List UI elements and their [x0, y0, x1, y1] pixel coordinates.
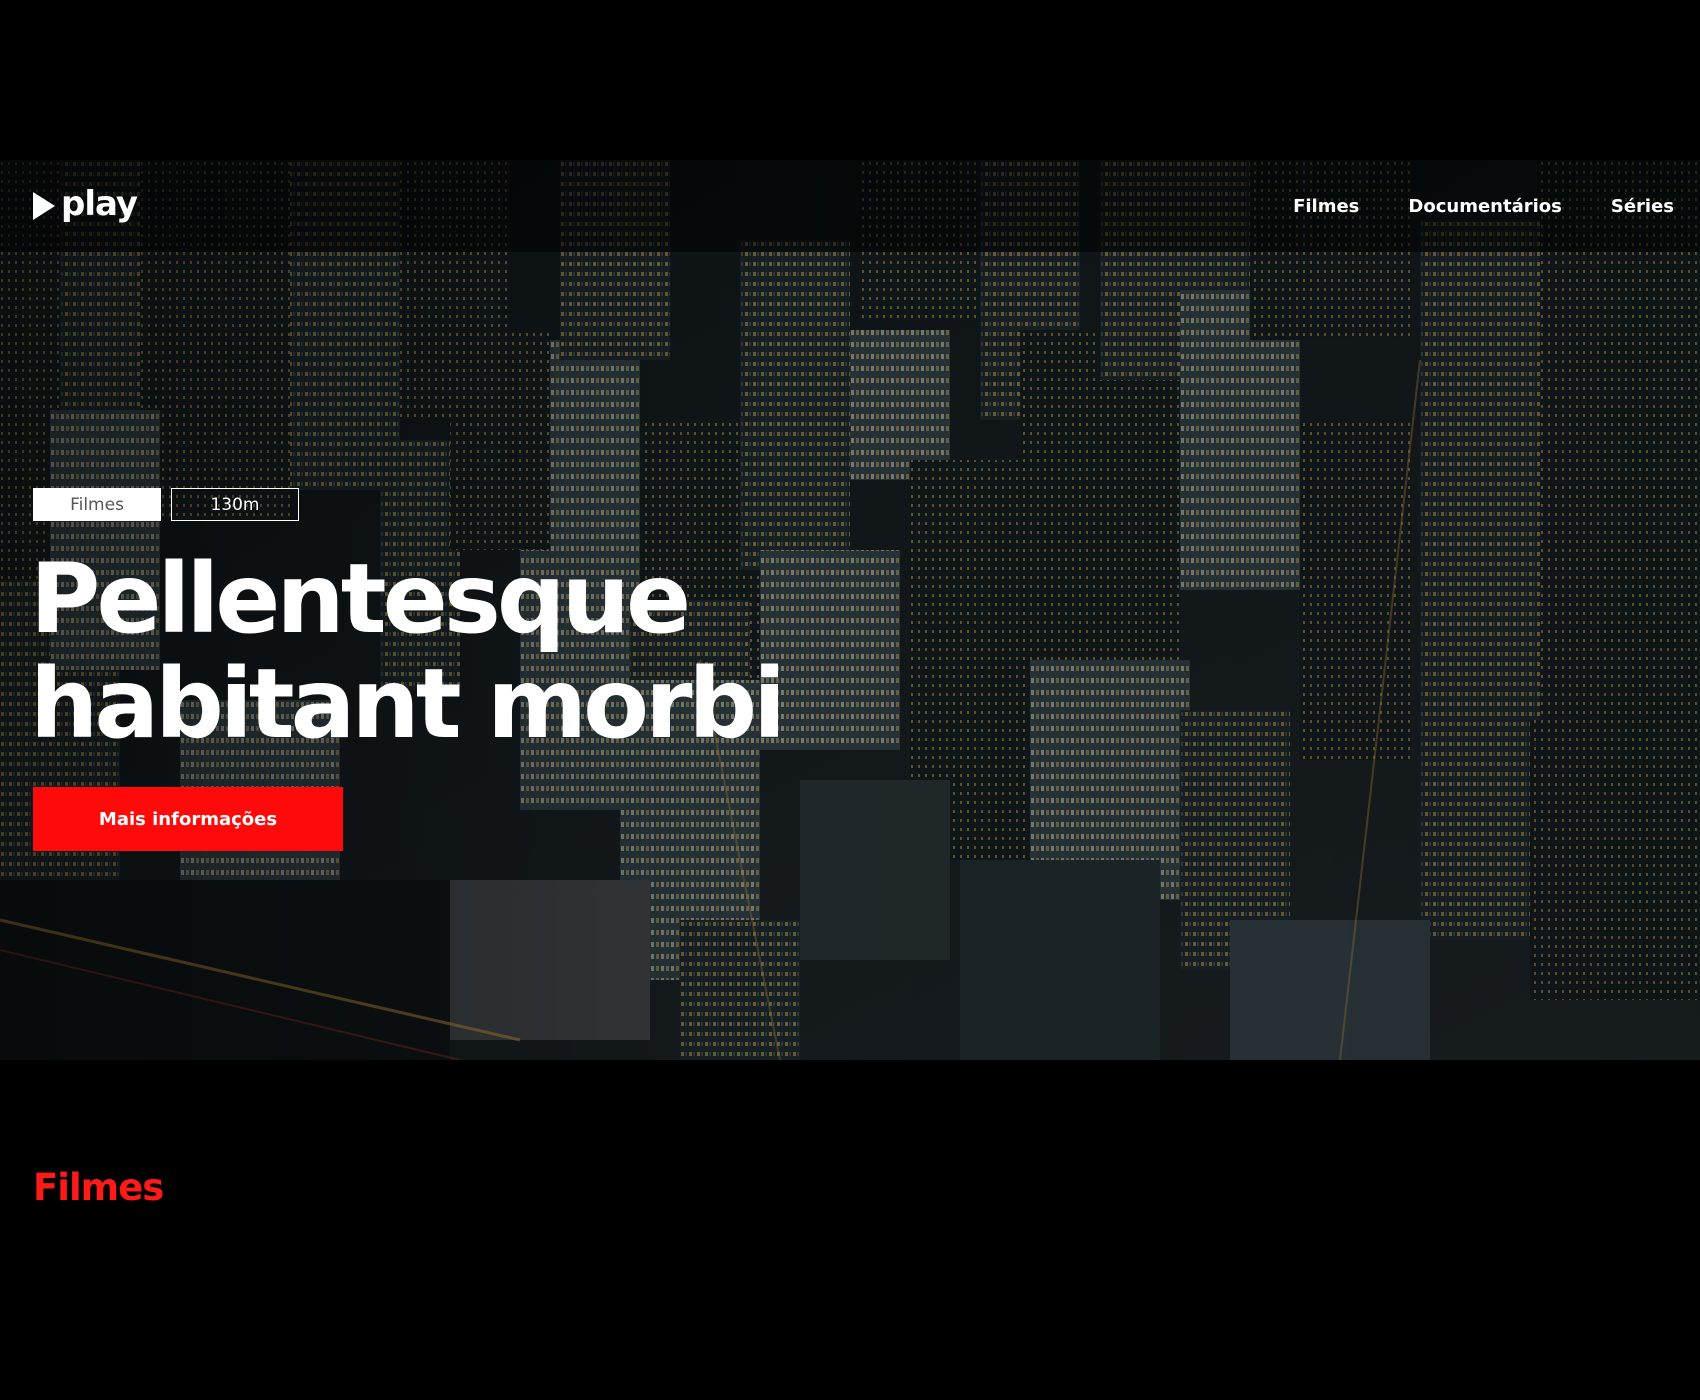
section-title-filmes: Filmes — [33, 1166, 164, 1209]
brand-name: play — [61, 184, 138, 224]
brand-logo[interactable]: play — [33, 187, 138, 221]
nav-item-documentarios[interactable]: Documentários — [1408, 196, 1561, 217]
nav-item-series[interactable]: Séries — [1611, 196, 1674, 217]
nav-item-filmes[interactable]: Filmes — [1293, 196, 1359, 217]
category-tag: Filmes — [33, 488, 161, 521]
hero-content: Filmes 130m Pellentesque habitant morbi … — [30, 488, 790, 851]
hero-title-line-1: Pellentesque — [30, 543, 691, 655]
page: play Filmes Documentários Séries Filmes … — [0, 0, 1700, 1400]
nav-menu: Filmes Documentários Séries — [1293, 196, 1674, 217]
play-triangle-icon — [33, 192, 55, 220]
hero-title: Pellentesque habitant morbi — [30, 547, 790, 757]
more-info-button[interactable]: Mais informações — [33, 787, 343, 851]
top-navbar: play Filmes Documentários Séries — [0, 160, 1700, 252]
hero-title-line-2: habitant morbi — [30, 648, 786, 760]
duration-tag: 130m — [171, 488, 299, 521]
hero-tags: Filmes 130m — [33, 488, 790, 521]
